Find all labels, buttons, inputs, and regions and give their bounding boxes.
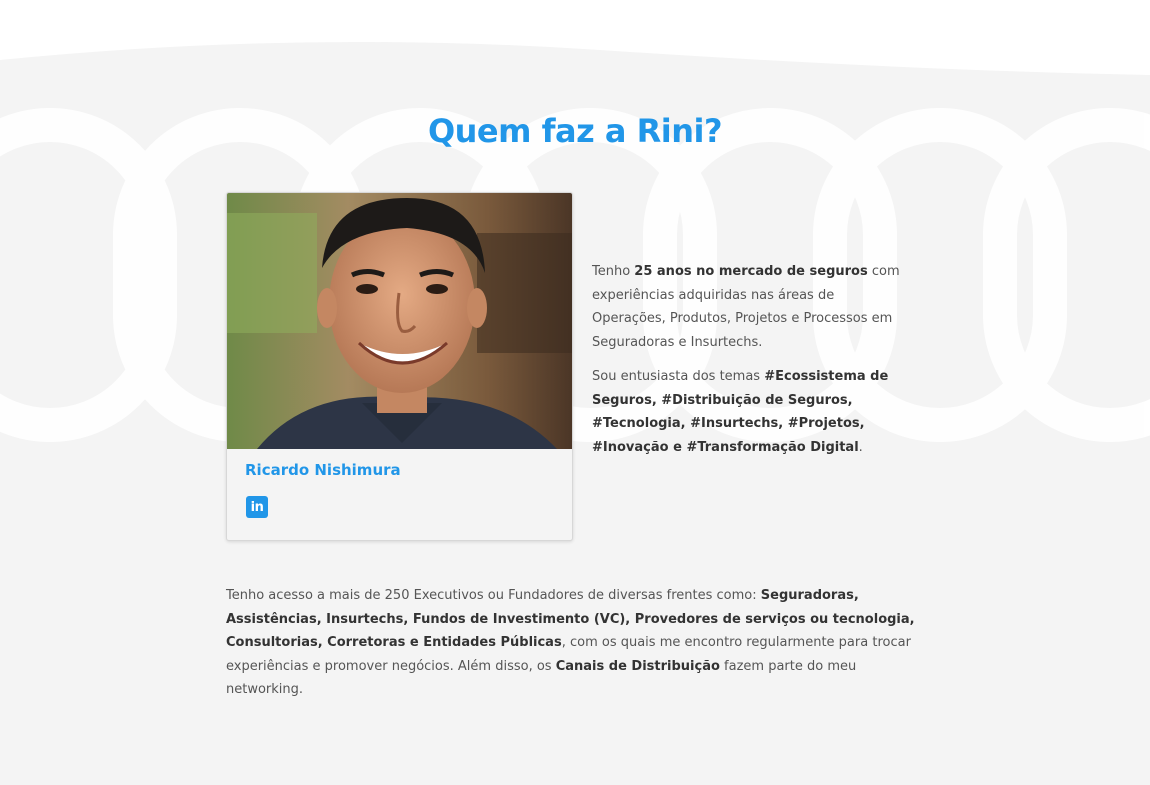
network-paragraph: Tenho acesso a mais de 250 Executivos ou… <box>226 584 916 702</box>
bio-paragraph-interests: Sou entusiasta dos temas #Ecossistema de… <box>592 365 912 459</box>
network-highlight: Canais de Distribuição <box>555 658 720 674</box>
bio-text-segment: Tenho <box>592 264 635 279</box>
profile-card: Ricardo Nishimura in <box>226 192 573 541</box>
bio-text: Tenho 25 anos no mercado de seguros com … <box>592 260 912 470</box>
bio-highlight: 25 anos no mercado de seguros <box>634 264 868 279</box>
profile-name: Ricardo Nishimura <box>245 461 401 479</box>
bio-paragraph-experience: Tenho 25 anos no mercado de seguros com … <box>592 260 912 354</box>
network-text-segment: Tenho acesso a mais de 250 Executivos ou… <box>226 588 761 603</box>
bio-text-segment: . <box>858 439 863 455</box>
bio-text-segment: Sou entusiasta dos temas <box>592 369 765 384</box>
profile-photo <box>227 193 572 449</box>
section-title: Quem faz a Rini? <box>427 112 723 150</box>
linkedin-icon[interactable]: in <box>246 496 268 518</box>
